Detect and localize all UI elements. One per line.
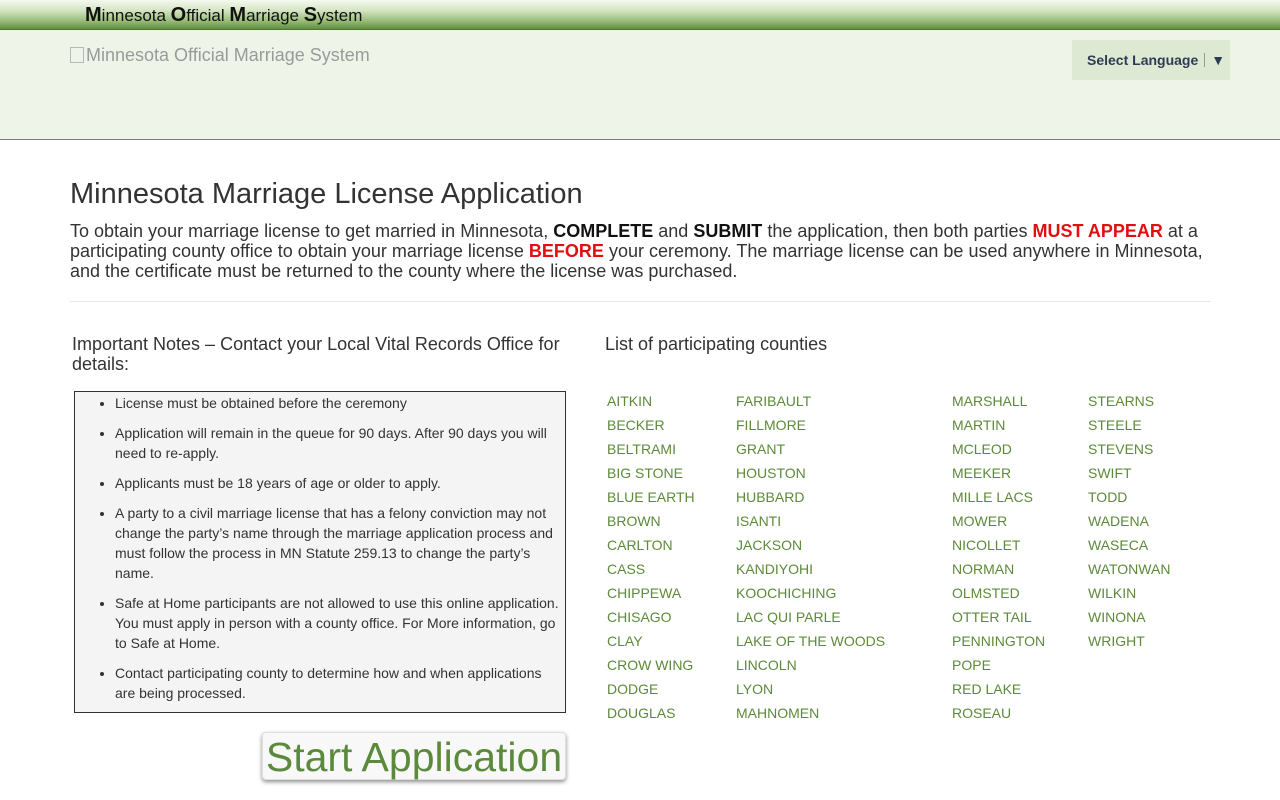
county-link[interactable]: STEARNS: [1088, 390, 1170, 414]
note-item: Safe at Home participants are not allowe…: [115, 593, 559, 653]
county-link[interactable]: LYON: [736, 678, 885, 702]
note-item: Applicants must be 18 years of age or ol…: [115, 473, 559, 493]
county-link[interactable]: TODD: [1088, 486, 1170, 510]
county-link[interactable]: MOWER: [952, 510, 1045, 534]
county-link[interactable]: CHISAGO: [607, 606, 695, 630]
site-title: Minnesota Official Marriage System: [85, 3, 362, 28]
note-item: Contact participating county to determin…: [115, 663, 559, 703]
intro-emphasis: BEFORE: [528, 241, 604, 261]
county-link[interactable]: LAC QUI PARLE: [736, 606, 885, 630]
header: Minnesota Official Marriage System Selec…: [0, 30, 1280, 140]
county-link[interactable]: RED LAKE: [952, 678, 1045, 702]
site-title-initial: O: [170, 4, 187, 26]
county-link[interactable]: WATONWAN: [1088, 558, 1170, 582]
county-link[interactable]: BROWN: [607, 510, 695, 534]
county-link[interactable]: BLUE EARTH: [607, 486, 695, 510]
county-link[interactable]: CROW WING: [607, 654, 695, 678]
note-item: A party to a civil marriage license that…: [115, 503, 559, 583]
county-link[interactable]: KOOCHICHING: [736, 582, 885, 606]
county-link[interactable]: SWIFT: [1088, 462, 1170, 486]
county-link[interactable]: WADENA: [1088, 510, 1170, 534]
start-application-button[interactable]: Start Application: [262, 732, 566, 780]
intro-text: To obtain your marriage license to get m…: [70, 221, 554, 241]
county-link[interactable]: CASS: [607, 558, 695, 582]
notes-heading: Important Notes – Contact your Local Vit…: [72, 334, 560, 374]
county-link[interactable]: ISANTI: [736, 510, 885, 534]
intro-paragraph: To obtain your marriage license to get m…: [70, 221, 1215, 281]
county-link[interactable]: MARTIN: [952, 414, 1045, 438]
county-link[interactable]: MAHNOMEN: [736, 702, 885, 726]
page-title: Minnesota Marriage License Application: [70, 178, 583, 210]
county-link[interactable]: CLAY: [607, 630, 695, 654]
language-selector-label: Select Language: [1087, 52, 1199, 68]
counties-heading: List of participating counties: [605, 334, 828, 354]
county-column-3: MARSHALL MARTIN MCLEOD MEEKER MILLE LACS MOWE…: [952, 390, 1045, 726]
intro-text: the application, then both parties: [762, 221, 1033, 241]
county-link[interactable]: WILKIN: [1088, 582, 1170, 606]
county-column-1: AITKIN BECKER BELTRAMI BIG STONE BLUE EARTH B…: [607, 390, 695, 726]
site-title-text: innesota: [101, 6, 171, 25]
county-link[interactable]: AITKIN: [607, 390, 695, 414]
county-link[interactable]: DODGE: [607, 678, 695, 702]
county-link[interactable]: JACKSON: [736, 534, 885, 558]
county-link[interactable]: WRIGHT: [1088, 630, 1170, 654]
county-link[interactable]: GRANT: [736, 438, 885, 462]
site-title-initial: M: [85, 4, 102, 26]
county-link[interactable]: POPE: [952, 654, 1045, 678]
divider: [70, 301, 1211, 302]
county-link[interactable]: PENNINGTON: [952, 630, 1045, 654]
important-notes-box: License must be obtained before the cere…: [74, 391, 566, 713]
county-link[interactable]: OTTER TAIL: [952, 606, 1045, 630]
top-banner: Minnesota Official Marriage System: [0, 0, 1280, 30]
county-link[interactable]: OLMSTED: [952, 582, 1045, 606]
chevron-down-icon: ▼: [1211, 52, 1226, 68]
county-link[interactable]: WINONA: [1088, 606, 1170, 630]
county-link[interactable]: FARIBAULT: [736, 390, 885, 414]
county-link[interactable]: LINCOLN: [736, 654, 885, 678]
county-link[interactable]: MARSHALL: [952, 390, 1045, 414]
language-divider: [1204, 53, 1206, 67]
county-link[interactable]: BECKER: [607, 414, 695, 438]
site-title-initial: M: [229, 4, 247, 26]
county-link[interactable]: CHIPPEWA: [607, 582, 695, 606]
note-item: License must be obtained before the cere…: [115, 393, 559, 413]
county-link[interactable]: DOUGLAS: [607, 702, 695, 726]
county-link[interactable]: NORMAN: [952, 558, 1045, 582]
logo-alt-text: Minnesota Official Marriage System: [86, 45, 370, 65]
county-link[interactable]: MEEKER: [952, 462, 1045, 486]
county-link[interactable]: CARLTON: [607, 534, 695, 558]
site-title-text: ystem: [317, 6, 363, 25]
county-link[interactable]: STEVENS: [1088, 438, 1170, 462]
intro-emphasis: COMPLETE: [553, 221, 654, 241]
county-link[interactable]: ROSEAU: [952, 702, 1045, 726]
site-title-initial: S: [303, 4, 318, 26]
county-link[interactable]: HUBBARD: [736, 486, 885, 510]
broken-image-icon: [70, 47, 84, 63]
county-link[interactable]: BELTRAMI: [607, 438, 695, 462]
county-column-2: FARIBAULT FILLMORE GRANT HOUSTON HUBBARD ISAN…: [736, 390, 885, 726]
note-item: Application will remain in the queue for…: [115, 423, 559, 463]
county-column-4: STEARNS STEELE STEVENS SWIFT TODD WADENA WASEC…: [1088, 390, 1170, 654]
county-link[interactable]: WASECA: [1088, 534, 1170, 558]
site-title-text: arriage: [246, 6, 304, 25]
county-link[interactable]: STEELE: [1088, 414, 1170, 438]
site-title-text: fficial: [186, 6, 230, 25]
language-selector[interactable]: Select Language ▼: [1072, 40, 1230, 80]
county-link[interactable]: LAKE OF THE WOODS: [736, 630, 885, 654]
county-link[interactable]: KANDIYOHI: [736, 558, 885, 582]
county-link[interactable]: FILLMORE: [736, 414, 885, 438]
intro-emphasis: MUST APPEAR: [1032, 221, 1163, 241]
county-link[interactable]: BIG STONE: [607, 462, 695, 486]
county-link[interactable]: NICOLLET: [952, 534, 1045, 558]
county-link[interactable]: MILLE LACS: [952, 486, 1045, 510]
notes-list: License must be obtained before the cere…: [75, 393, 565, 703]
county-link[interactable]: HOUSTON: [736, 462, 885, 486]
county-link[interactable]: MCLEOD: [952, 438, 1045, 462]
intro-emphasis: SUBMIT: [693, 221, 763, 241]
intro-text: and: [653, 221, 694, 241]
site-logo[interactable]: Minnesota Official Marriage System: [70, 45, 370, 66]
